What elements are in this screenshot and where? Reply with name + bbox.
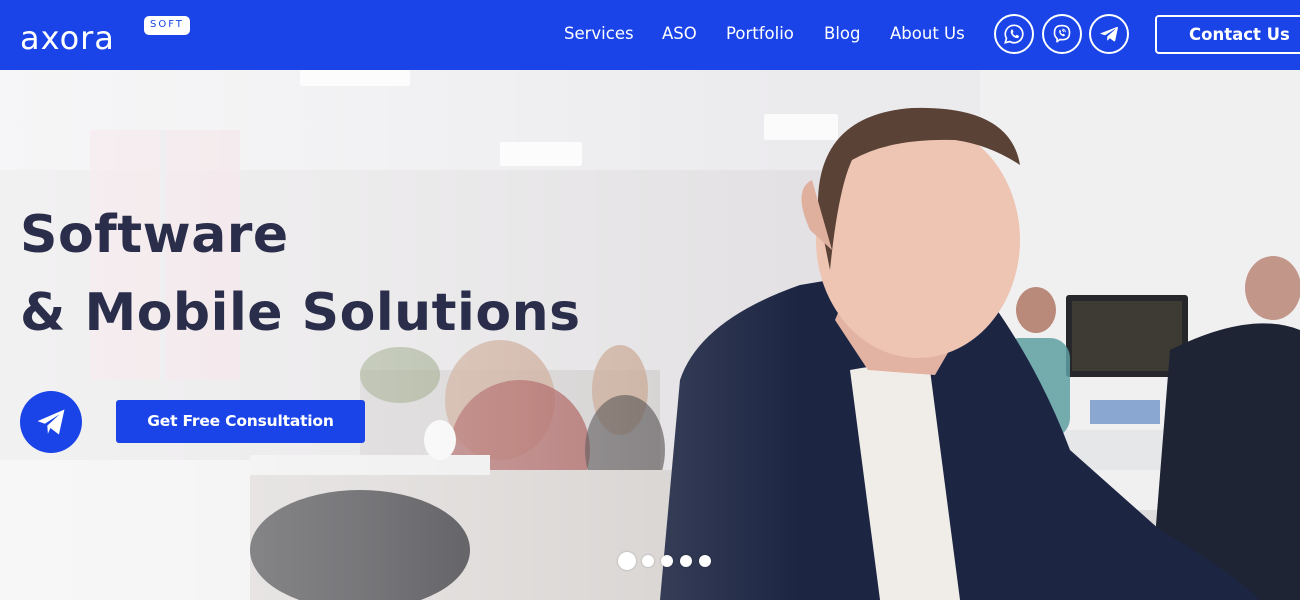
paper-plane-icon	[37, 409, 65, 435]
viber-button[interactable]	[1042, 14, 1082, 54]
coworker-head	[1245, 256, 1300, 320]
hero-title-line: Software	[20, 205, 289, 265]
nav-portfolio[interactable]: Portfolio	[726, 23, 794, 45]
hero-title-line: & Mobile Solutions	[20, 283, 581, 343]
slider-dot[interactable]	[661, 555, 673, 567]
send-message-button[interactable]	[20, 391, 82, 453]
site-header: axora SOFT Services ASO Portfolio Blog A…	[0, 0, 1300, 70]
nav-blog[interactable]: Blog	[824, 23, 860, 45]
coworker-head	[1016, 287, 1056, 333]
telegram-icon	[1100, 26, 1118, 42]
whatsapp-icon	[1004, 24, 1024, 44]
nav-aso[interactable]: ASO	[662, 23, 697, 45]
nav-about-us[interactable]: About Us	[890, 23, 965, 45]
get-free-consultation-button[interactable]: Get Free Consultation	[116, 400, 365, 443]
main-nav: Services ASO Portfolio Blog About Us Con…	[0, 0, 1300, 70]
viber-icon	[1053, 24, 1071, 43]
slider-dot[interactable]	[699, 555, 711, 567]
telegram-button[interactable]	[1089, 14, 1129, 54]
slider-dot[interactable]	[680, 555, 692, 567]
whatsapp-button[interactable]	[994, 14, 1034, 54]
hero-section: Software & Mobile Solutions Get Free Con…	[0, 70, 1300, 600]
monitor-screen	[1072, 301, 1182, 371]
hero-title: Software & Mobile Solutions	[20, 196, 581, 352]
nav-services[interactable]: Services	[564, 23, 634, 45]
slider-dot[interactable]	[642, 555, 654, 567]
slider-dot[interactable]	[618, 552, 636, 570]
contact-us-button[interactable]: Contact Us	[1155, 15, 1300, 54]
desk-items	[1090, 400, 1160, 424]
